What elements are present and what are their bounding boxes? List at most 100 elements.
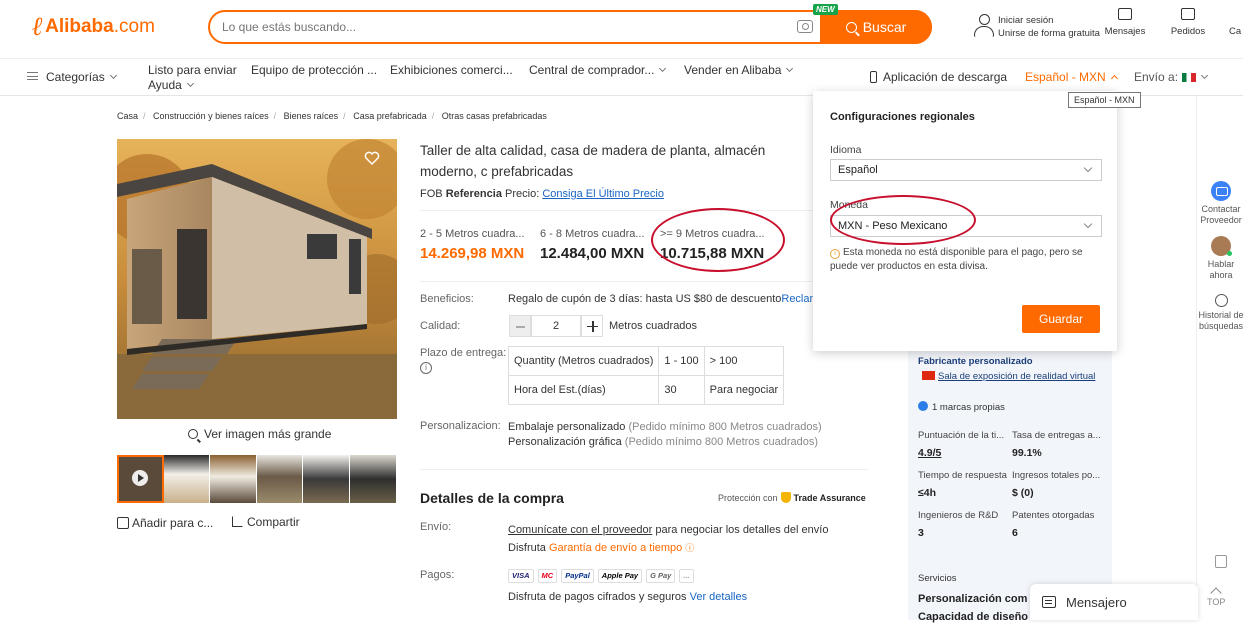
nav-help[interactable]: Ayuda: [148, 78, 194, 92]
thumbnail-video[interactable]: [117, 455, 164, 503]
payment-methods: VISA MC PayPal Apple Pay G Pay ...: [508, 569, 694, 583]
customization-option: Embalaje personalizado (Pedido mínimo 80…: [508, 420, 822, 435]
contact-supplier-button[interactable]: Contactar Proveedor: [1196, 181, 1243, 226]
nav-protection[interactable]: Equipo de protección ...: [251, 63, 377, 77]
price-tier: 2 - 5 Metros cuadra... 14.269,98 MXN: [420, 228, 525, 262]
breadcrumb-item[interactable]: Bienes raíces: [284, 111, 339, 121]
thumbnail-image[interactable]: [163, 455, 211, 503]
camera-icon[interactable]: [797, 20, 813, 33]
search-history-button[interactable]: Historial de búsquedas: [1196, 294, 1243, 332]
add-to-compare[interactable]: Añadir para c...: [117, 516, 213, 530]
clock-icon: [1214, 294, 1228, 307]
search-bar: Buscar NEW: [208, 4, 932, 44]
phone-icon: [870, 71, 877, 83]
price-tier-range: 2 - 5 Metros cuadra...: [420, 228, 525, 240]
language-select[interactable]: Español: [830, 159, 1102, 181]
breadcrumb-item[interactable]: Construcción y bienes raíces: [153, 111, 269, 121]
app-download-link[interactable]: Aplicación de descarga: [870, 70, 1007, 84]
stat-label: Ingenieros de R&D: [918, 510, 999, 521]
supplier-stat: Ingresos totales po... $ (0): [1012, 470, 1100, 499]
cart-button[interactable]: Ca: [1229, 8, 1243, 37]
benefits-label: Beneficios:: [420, 293, 474, 305]
search-button[interactable]: Buscar: [820, 10, 932, 44]
categories-menu[interactable]: Categorías: [27, 70, 117, 84]
thumbnail-image[interactable]: [256, 455, 304, 503]
language-currency-switch[interactable]: Español - MXN: [1025, 70, 1118, 84]
payment-note-text: Disfruta de pagos cifrados y seguros: [508, 591, 687, 603]
search-input[interactable]: [222, 18, 782, 36]
breadcrumb-item[interactable]: Casa prefabricada: [353, 111, 427, 121]
price-tier-price: 12.484,00 MXN: [540, 245, 645, 262]
checkbox[interactable]: [117, 517, 129, 529]
thumbnail-image[interactable]: [349, 455, 397, 503]
virtual-showroom-link[interactable]: Sala de exposición de realidad virtual: [922, 371, 1095, 382]
orders-button[interactable]: Pedidos: [1163, 8, 1213, 37]
header: ℓ Alibaba .com Buscar NEW Iniciar sesión…: [0, 0, 1243, 58]
help-label: Ayuda: [148, 78, 182, 92]
chevron-down-icon: [109, 71, 117, 80]
account-menu[interactable]: Iniciar sesión Unirse de forma gratuita: [970, 10, 1110, 44]
currency-warning: i Esta moneda no está disponible para el …: [830, 246, 1102, 274]
contact-supplier-link[interactable]: Comunícate con el proveedor: [508, 524, 652, 536]
customization-name: Embalaje personalizado: [508, 421, 626, 433]
table-row: Hora del Est.(días) 30 Para negociar: [507, 375, 785, 405]
thumbnail-strip: [117, 455, 397, 503]
quantity-stepper: 2 Metros cuadrados: [509, 315, 697, 337]
ship-to-selector[interactable]: Envío a:: [1134, 70, 1209, 84]
add-compare-label: Añadir para c...: [132, 516, 214, 530]
stat-value: 6: [1012, 527, 1018, 539]
shipping-enjoy: Disfruta: [508, 542, 546, 554]
messages-button[interactable]: Mensajes: [1100, 8, 1150, 37]
view-larger-image[interactable]: Ver imagen más grande: [188, 427, 331, 441]
back-to-top-button[interactable]: TOP: [1207, 587, 1225, 607]
price-tier-range: 6 - 8 Metros cuadra...: [540, 228, 645, 240]
lead-time-label: Plazo de entrega:: [420, 347, 507, 359]
share-label: Compartir: [247, 515, 300, 529]
get-latest-price-link[interactable]: Consiga El Último Precio: [542, 188, 664, 200]
table-cell: Quantity (Metros cuadrados): [507, 346, 660, 376]
divider: [420, 210, 868, 211]
chat-now-button[interactable]: Hablar ahora: [1196, 236, 1243, 281]
payment-details-link[interactable]: Ver detalles: [690, 591, 747, 603]
feedback-icon[interactable]: [1215, 555, 1227, 568]
alibaba-logo[interactable]: ℓ Alibaba .com: [32, 12, 155, 42]
view-larger-label: Ver imagen más grande: [204, 427, 332, 441]
quantity-decrease-button[interactable]: [509, 315, 531, 337]
info-icon[interactable]: i: [420, 362, 432, 374]
shipping-details: Comunícate con el proveedor para negocia…: [508, 521, 828, 557]
regional-settings-title: Configuraciones regionales: [830, 111, 975, 123]
claim-coupon-link[interactable]: Reclam: [781, 293, 813, 305]
own-brands: 1 marcas propias: [918, 401, 1005, 413]
trade-assurance-badge[interactable]: Protección con Trade Assurance: [718, 492, 866, 503]
fob-bold: Referencia: [445, 188, 502, 200]
breadcrumb-item[interactable]: Otras casas prefabricadas: [442, 111, 547, 121]
share-button[interactable]: Compartir: [232, 515, 300, 529]
product-main-image[interactable]: [117, 139, 397, 419]
info-icon[interactable]: ⓘ: [685, 543, 694, 553]
trade-assurance-label: Trade Assurance: [793, 493, 866, 503]
thumbnail-image[interactable]: [210, 455, 257, 503]
more-payments-icon[interactable]: ...: [679, 569, 694, 583]
nav-sell[interactable]: Vender en Alibaba: [684, 63, 794, 77]
fob-prefix: FOB: [420, 188, 443, 200]
own-brands-label: 1 marcas propias: [932, 402, 1005, 413]
heart-icon[interactable]: [364, 151, 380, 165]
thumbnail-image[interactable]: [303, 455, 350, 503]
save-button[interactable]: Guardar: [1022, 305, 1100, 333]
customization-label: Personalizacion:: [420, 420, 501, 432]
breadcrumb-item[interactable]: Casa: [117, 111, 138, 121]
currency-highlight-annotation: [830, 195, 976, 245]
nav-buyer-central[interactable]: Central de comprador...: [529, 63, 667, 77]
chevron-down-icon: [186, 79, 194, 88]
lead-time-table: Quantity (Metros cuadrados) 1 - 100 > 10…: [507, 346, 785, 405]
nav-ready-to-ship[interactable]: Listo para enviar: [148, 63, 237, 77]
messenger-bar[interactable]: Mensajero: [1030, 584, 1198, 620]
quantity-input[interactable]: 2: [531, 315, 581, 337]
stat-value[interactable]: 4.9/5: [918, 447, 1004, 459]
sign-in-link[interactable]: Iniciar sesión: [998, 14, 1100, 27]
register-link[interactable]: Unirse de forma gratuita: [998, 27, 1100, 40]
nav-exhibitions[interactable]: Exhibiciones comerci...: [390, 63, 513, 77]
on-time-guarantee-link[interactable]: Garantía de envío a tiempo: [549, 542, 682, 554]
quantity-increase-button[interactable]: [581, 315, 603, 337]
chevron-up-icon: [1110, 74, 1118, 83]
